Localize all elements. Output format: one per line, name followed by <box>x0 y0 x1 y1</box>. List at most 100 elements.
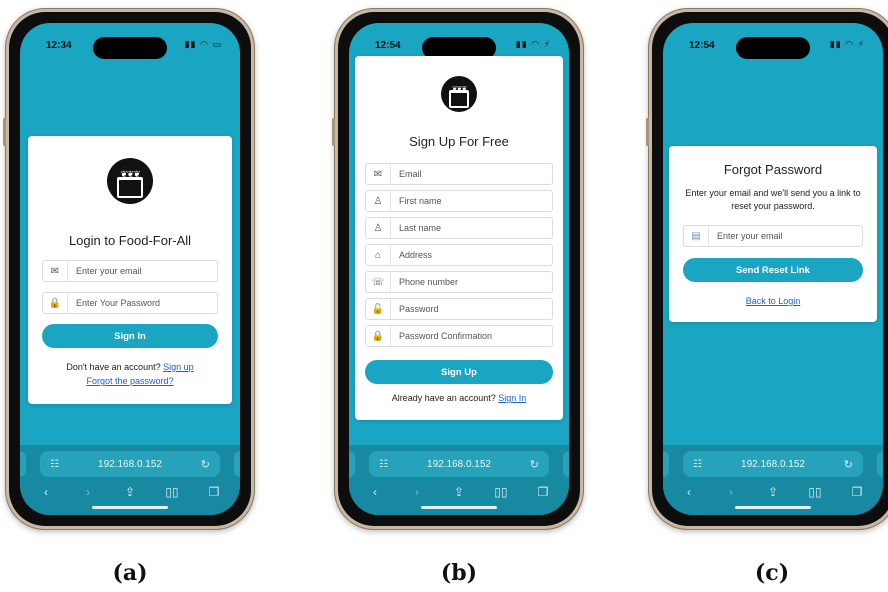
forgot-password-link[interactable]: Forgot the password? <box>28 376 232 386</box>
user-icon: ♙ <box>366 191 391 211</box>
field-placeholder: Password <box>399 304 439 314</box>
field-placeholder: Email <box>399 169 422 179</box>
bookmarks-icon[interactable]: ▯▯ <box>158 485 186 499</box>
phone-bezel: 12:34 ▮▮ ◠ ▭ ❦❦❦ Login to Food-For-All ✉… <box>9 12 251 526</box>
browser-toolbar: ‹ › ⇪ ▯▯ ❐ <box>675 485 871 499</box>
address-bar[interactable]: ☷ 192.168.0.152 ↻ <box>683 451 863 477</box>
id-card-icon: ▤ <box>684 226 709 246</box>
reload-icon[interactable]: ↻ <box>844 458 853 471</box>
browser-bar: ☷ 192.168.0.152 ↻ ‹ › ⇪ ▯▯ ❐ <box>663 445 883 515</box>
password-field[interactable]: 🔒 Enter Your Password <box>42 292 218 314</box>
email-placeholder: Enter your email <box>76 266 142 276</box>
home-indicator <box>92 506 168 509</box>
home-indicator <box>735 506 811 509</box>
user-icon: ♙ <box>366 218 391 238</box>
first-name-field[interactable]: ♙ First name <box>365 190 553 212</box>
forward-icon[interactable]: › <box>74 485 102 499</box>
sign-in-link[interactable]: Sign In <box>498 393 526 403</box>
page-settings-icon[interactable]: ☷ <box>379 459 388 470</box>
home-icon: ⌂ <box>366 245 391 265</box>
phone-icon: ☏ <box>366 272 391 292</box>
caption-a: (a) <box>112 560 148 586</box>
address-field[interactable]: ⌂ Address <box>365 244 553 266</box>
status-icons: ▮▮ ◠ ▭ <box>184 39 222 49</box>
email-placeholder: Enter your email <box>717 231 783 241</box>
url-text: 192.168.0.152 <box>741 458 805 470</box>
next-tab-pill[interactable] <box>234 451 240 477</box>
reload-icon[interactable]: ↻ <box>201 458 210 471</box>
back-icon[interactable]: ‹ <box>361 485 389 499</box>
sign-up-link[interactable]: Sign up <box>163 362 194 372</box>
phone-bezel: 12:54 ▮▮ ◠ ⚡ Forgot Password Enter your … <box>652 12 888 526</box>
phone-c: 12:54 ▮▮ ◠ ⚡ Forgot Password Enter your … <box>646 8 888 530</box>
volume-button <box>3 118 6 146</box>
next-tab-pill[interactable] <box>563 451 569 477</box>
password-confirmation-field[interactable]: 🔒 Password Confirmation <box>365 325 553 347</box>
signup-card: ❦❦❦ Sign Up For Free ✉ Email ♙ First nam… <box>355 56 563 420</box>
dynamic-island <box>93 37 167 59</box>
url-text: 192.168.0.152 <box>98 458 162 470</box>
tabs-icon[interactable]: ❐ <box>200 485 228 499</box>
lock-icon: 🔒 <box>366 326 391 346</box>
bookmarks-icon[interactable]: ▯▯ <box>801 485 829 499</box>
browser-bar: ☷ 192.168.0.152 ↻ ‹ › ⇪ ▯▯ ❐ <box>349 445 569 515</box>
status-time: 12:54 <box>375 40 401 51</box>
share-icon[interactable]: ⇪ <box>445 485 473 499</box>
caption-b: (b) <box>440 560 478 586</box>
back-icon[interactable]: ‹ <box>32 485 60 499</box>
reload-icon[interactable]: ↻ <box>530 458 539 471</box>
next-tab-pill[interactable] <box>877 451 883 477</box>
phone-screen: 12:34 ▮▮ ◠ ▭ ❦❦❦ Login to Food-For-All ✉… <box>20 23 240 515</box>
back-to-login-link[interactable]: Back to Login <box>669 296 877 306</box>
browser-toolbar: ‹ › ⇪ ▯▯ ❐ <box>32 485 228 499</box>
forgot-password-card: Forgot Password Enter your email and we'… <box>669 146 877 322</box>
login-card: ❦❦❦ Login to Food-For-All ✉ Enter your e… <box>28 136 232 404</box>
signup-password-field[interactable]: 🔓 Password <box>365 298 553 320</box>
forward-icon[interactable]: › <box>403 485 431 499</box>
tabs-icon[interactable]: ❐ <box>529 485 557 499</box>
last-name-field[interactable]: ♙ Last name <box>365 217 553 239</box>
address-bar[interactable]: ☷ 192.168.0.152 ↻ <box>40 451 220 477</box>
status-time: 12:54 <box>689 40 715 51</box>
forgot-description: Enter your email and we'll send you a li… <box>685 188 861 211</box>
field-placeholder: Address <box>399 250 433 260</box>
share-icon[interactable]: ⇪ <box>116 485 144 499</box>
share-icon[interactable]: ⇪ <box>759 485 787 499</box>
signup-email-field[interactable]: ✉ Email <box>365 163 553 185</box>
signup-prompt: Don't have an account? Sign up <box>28 362 232 372</box>
browser-toolbar: ‹ › ⇪ ▯▯ ❐ <box>361 485 557 499</box>
bookmarks-icon[interactable]: ▯▯ <box>487 485 515 499</box>
status-time: 12:34 <box>46 40 72 51</box>
url-text: 192.168.0.152 <box>427 458 491 470</box>
browser-bar: ☷ 192.168.0.152 ↻ ‹ › ⇪ ▯▯ ❐ <box>20 445 240 515</box>
prev-tab-pill[interactable] <box>20 451 26 477</box>
email-field[interactable]: ✉ Enter your email <box>42 260 218 282</box>
food-box-logo-icon: ❦❦❦ <box>441 76 477 112</box>
reset-email-field[interactable]: ▤ Enter your email <box>683 225 863 247</box>
address-bar[interactable]: ☷ 192.168.0.152 ↻ <box>369 451 549 477</box>
forgot-title: Forgot Password <box>723 162 823 177</box>
no-account-text: Don't have an account? <box>66 362 161 372</box>
page-settings-icon[interactable]: ☷ <box>693 459 702 470</box>
tabs-icon[interactable]: ❐ <box>843 485 871 499</box>
envelope-icon: ✉ <box>366 164 391 184</box>
dynamic-island <box>736 37 810 59</box>
volume-button <box>332 118 335 146</box>
status-icons: ▮▮ ◠ ⚡ <box>515 39 551 49</box>
back-icon[interactable]: ‹ <box>675 485 703 499</box>
phone-a: 12:34 ▮▮ ◠ ▭ ❦❦❦ Login to Food-For-All ✉… <box>3 8 255 530</box>
prev-tab-pill[interactable] <box>663 451 669 477</box>
sign-up-button[interactable]: Sign Up <box>365 360 553 384</box>
field-placeholder: Phone number <box>399 277 459 287</box>
phone-screen: 12:54 ▮▮ ◠ ⚡ ❦❦❦ Sign Up For Free ✉ Emai… <box>349 23 569 515</box>
lock-open-icon: 🔓 <box>366 299 391 319</box>
envelope-icon: ✉ <box>43 261 68 281</box>
phone-b: 12:54 ▮▮ ◠ ⚡ ❦❦❦ Sign Up For Free ✉ Emai… <box>332 8 584 530</box>
page-settings-icon[interactable]: ☷ <box>50 459 59 470</box>
status-icons: ▮▮ ◠ ⚡ <box>829 39 865 49</box>
forward-icon[interactable]: › <box>717 485 745 499</box>
prev-tab-pill[interactable] <box>349 451 355 477</box>
sign-in-button[interactable]: Sign In <box>42 324 218 348</box>
phone-number-field[interactable]: ☏ Phone number <box>365 271 553 293</box>
send-reset-link-button[interactable]: Send Reset Link <box>683 258 863 282</box>
